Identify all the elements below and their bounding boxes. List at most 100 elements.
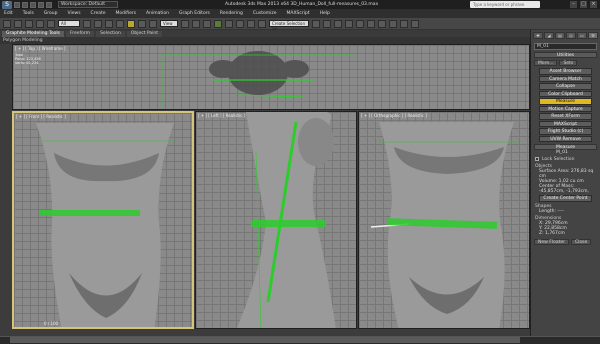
undo-icon[interactable] — [38, 1, 44, 8]
menu-animation[interactable]: Animation — [146, 11, 169, 16]
asset-browser-button[interactable]: Asset Browser — [539, 68, 592, 75]
menu-help[interactable]: Help — [320, 11, 330, 16]
sets-button[interactable]: Sets — [559, 60, 578, 66]
rect-select-icon[interactable] — [105, 19, 113, 28]
render-frame-icon[interactable] — [400, 19, 408, 28]
motion-tab-icon[interactable]: ◎ — [566, 32, 576, 39]
color-clipboard-button[interactable]: Color Clipboard — [539, 90, 592, 97]
keyboard-shortcut-icon[interactable] — [203, 19, 211, 28]
pivot-icon[interactable] — [181, 19, 189, 28]
viewport-label[interactable]: [ + ] [ Left ] [ Realistic ] — [198, 113, 245, 118]
layer-icon[interactable] — [334, 19, 342, 28]
new-file-icon[interactable] — [14, 1, 20, 8]
measure-object-name: M_01 — [556, 150, 568, 155]
motion-capture-button[interactable]: Motion Capture — [539, 105, 592, 112]
curve-editor-icon[interactable] — [356, 19, 364, 28]
utilities-rollout-header[interactable]: Utilities — [534, 52, 597, 58]
bind-icon[interactable] — [47, 19, 55, 28]
save-file-icon[interactable] — [30, 1, 36, 8]
create-tab-icon[interactable]: ✚ — [533, 32, 543, 39]
modify-tab-icon[interactable]: ◢ — [544, 32, 554, 39]
align-icon[interactable] — [323, 19, 331, 28]
hierarchy-tab-icon[interactable]: ▤ — [555, 32, 565, 39]
maximize-icon[interactable]: □ — [580, 1, 587, 8]
collapse-button[interactable]: Collapse — [539, 83, 592, 90]
ribbon-subpanel[interactable]: Polygon Modeling — [0, 37, 530, 44]
schematic-icon[interactable] — [367, 19, 375, 28]
menu-graph-editors[interactable]: Graph Editors — [179, 11, 210, 16]
close-icon[interactable]: × — [590, 1, 597, 8]
undo-tool-icon[interactable] — [3, 19, 11, 28]
spinner-snap-icon[interactable] — [247, 19, 255, 28]
reference-coord-dropdown[interactable]: View — [160, 20, 178, 27]
search-input[interactable]: Type a keyword or phrase — [470, 1, 540, 8]
measure-button[interactable]: Measure — [539, 98, 592, 105]
viewport-label[interactable]: [ + ] [ Orthographic ] [ Realistic ] — [361, 113, 427, 118]
tab-object-paint[interactable]: Object Paint — [126, 30, 163, 37]
select-by-name-icon[interactable] — [94, 19, 102, 28]
material-editor-icon[interactable] — [378, 19, 386, 28]
uvw-remove-button[interactable]: UVW Remove — [539, 135, 592, 142]
tab-selection[interactable]: Selection — [96, 30, 125, 37]
menu-rendering[interactable]: Rendering — [220, 11, 243, 16]
create-center-point-button[interactable]: Create Center Point — [539, 195, 592, 202]
app-logo-icon[interactable]: S — [2, 0, 12, 9]
flight-studio-button[interactable]: Flight Studio (c) — [539, 128, 592, 135]
reset-xform-button[interactable]: Reset XForm — [539, 113, 592, 120]
window-crossing-icon[interactable] — [116, 19, 124, 28]
lock-selection-label: Lock Selection — [542, 156, 575, 162]
menu-group[interactable]: Group — [44, 11, 58, 16]
render-setup-icon[interactable] — [389, 19, 397, 28]
viewport-label[interactable]: [ + ] [ Front ] [ Realistic ] — [16, 114, 66, 119]
link-icon[interactable] — [25, 19, 33, 28]
viewport-front[interactable]: [ + ] [ Front ] [ Realistic ] 0 / 100 — [12, 111, 194, 329]
viewport-orthographic[interactable]: [ + ] [ Orthographic ] [ Realistic ] — [358, 111, 530, 329]
tab-graphite-modeling[interactable]: Graphite Modeling Tools — [2, 30, 65, 37]
viewport-left[interactable]: [ + ] [ Left ] [ Realistic ] — [195, 111, 357, 329]
close-button[interactable]: Close — [570, 238, 592, 245]
waist-measure-band[interactable] — [251, 220, 326, 227]
move-icon[interactable] — [127, 19, 135, 28]
menu-edit[interactable]: Edit — [4, 11, 13, 16]
maxscript-button[interactable]: MAXScript — [539, 120, 592, 127]
render-icon[interactable] — [411, 19, 419, 28]
lock-selection-checkbox[interactable] — [535, 157, 539, 161]
time-slider[interactable] — [10, 337, 520, 343]
main-toolbar: All View Create Selection Se — [0, 18, 600, 31]
new-floater-button[interactable]: New Floater — [534, 238, 569, 245]
unlink-icon[interactable] — [36, 19, 44, 28]
display-tab-icon[interactable]: ▭ — [577, 32, 587, 39]
menu-maxscript[interactable]: MAXScript — [287, 11, 310, 16]
redo-tool-icon[interactable] — [14, 19, 22, 28]
front-view-figure — [36, 123, 174, 327]
graphite-icon[interactable] — [345, 19, 353, 28]
object-name-field[interactable]: M_01 — [534, 43, 597, 50]
named-selection-dropdown[interactable]: Create Selection Se — [269, 20, 309, 31]
viewport-top[interactable]: [ + ] [ Top ] [ Wireframe ] Total Polys:… — [12, 44, 530, 110]
more-button[interactable]: More... — [534, 60, 558, 66]
menu-tools[interactable]: Tools — [23, 11, 34, 16]
selection-filter-dropdown[interactable]: All — [58, 20, 80, 27]
snap-toggle-icon[interactable] — [214, 19, 222, 28]
camera-match-button[interactable]: Camera Match — [539, 75, 592, 82]
workspace-dropdown[interactable]: Workspace: Default — [58, 1, 118, 8]
scale-icon[interactable] — [149, 19, 157, 28]
named-sel-icon[interactable] — [258, 19, 266, 28]
viewport-label[interactable]: [ + ] [ Top ] [ Wireframe ] — [15, 46, 66, 51]
open-file-icon[interactable] — [22, 1, 28, 8]
waist-measure-band[interactable] — [40, 210, 140, 216]
angle-snap-icon[interactable] — [225, 19, 233, 28]
tab-freeform[interactable]: Freeform — [66, 30, 95, 37]
minimize-icon[interactable]: – — [570, 1, 577, 8]
redo-icon[interactable] — [46, 1, 52, 8]
select-manipulate-icon[interactable] — [192, 19, 200, 28]
menu-create[interactable]: Create — [91, 11, 106, 16]
percent-snap-icon[interactable] — [236, 19, 244, 28]
rotate-icon[interactable] — [138, 19, 146, 28]
select-icon[interactable] — [83, 19, 91, 28]
menu-modifiers[interactable]: Modifiers — [116, 11, 137, 16]
mirror-icon[interactable] — [312, 19, 320, 28]
menu-customize[interactable]: Customize — [253, 11, 277, 16]
utilities-tab-icon[interactable]: ⚒ — [588, 32, 598, 39]
menu-views[interactable]: Views — [68, 11, 81, 16]
